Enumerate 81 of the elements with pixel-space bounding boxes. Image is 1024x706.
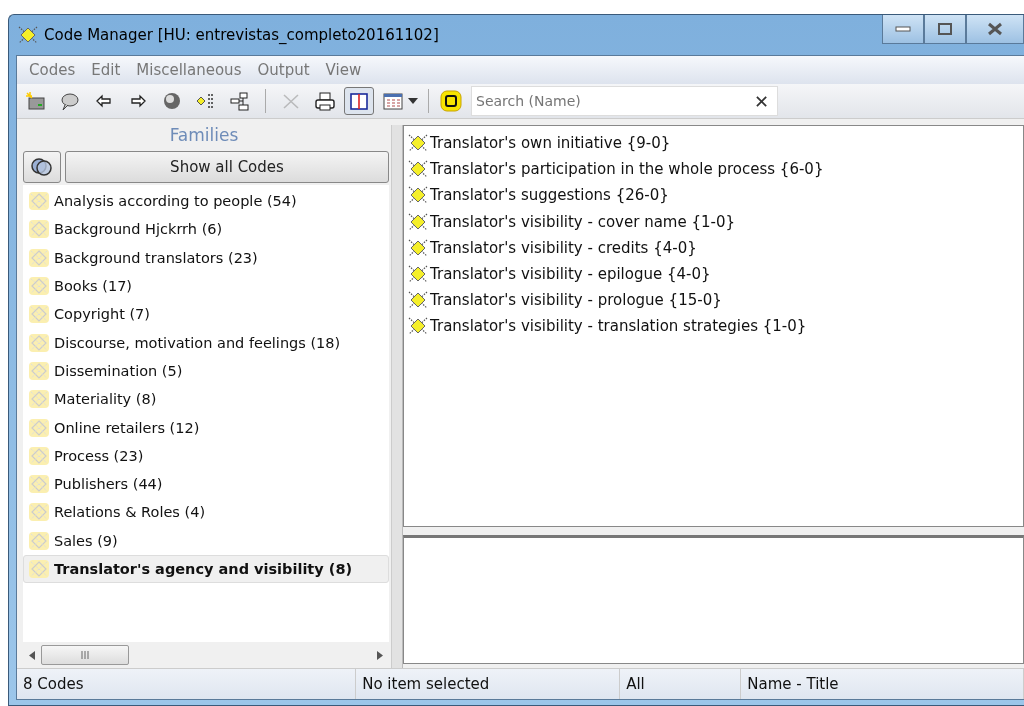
- clear-button[interactable]: ✕: [745, 90, 777, 112]
- circles-icon: [30, 156, 54, 178]
- family-icon: [28, 474, 50, 495]
- family-icon: [28, 445, 50, 466]
- status-text: Name - Title: [741, 669, 1024, 699]
- family-item[interactable]: Translator's agency and visibility (8): [23, 554, 389, 584]
- minimize-button[interactable]: [882, 15, 924, 44]
- family-icon: [28, 360, 50, 381]
- speech-bubble-icon: [59, 90, 81, 112]
- scroll-left-icon[interactable]: [29, 650, 35, 660]
- network-icon: [229, 90, 251, 112]
- family-icon: [28, 559, 50, 579]
- menu-item[interactable]: Codes: [21, 61, 84, 79]
- families-toggle-button[interactable]: [23, 151, 61, 183]
- family-item[interactable]: Sales (9): [23, 526, 389, 555]
- code-item[interactable]: Translator's own initiative {9-0}: [430, 134, 671, 153]
- status-text: No item selected: [356, 669, 621, 699]
- code-icon: [408, 238, 428, 257]
- scrollbar-thumb[interactable]: [41, 645, 129, 665]
- family-item[interactable]: Process (23): [23, 441, 389, 470]
- new-code-icon: [25, 90, 47, 112]
- family-item[interactable]: Background translators (23): [23, 243, 389, 272]
- maximize-icon: [938, 23, 952, 35]
- family-item[interactable]: Discourse, motivation and feelings (18): [23, 328, 389, 357]
- family-icon: [28, 304, 50, 325]
- code-item[interactable]: Translator's visibility - epilogue {4-0}: [430, 265, 711, 284]
- code-item[interactable]: Translator's visibility - cover name {1-0}: [430, 212, 736, 231]
- family-icon: [28, 219, 50, 240]
- code-item[interactable]: Translator's visibility - translation strategies {1-0}: [430, 317, 807, 336]
- table-icon: [382, 90, 404, 112]
- window-title: Code Manager [HU: entrevistas_completo20161102]: [44, 26, 440, 44]
- family-item[interactable]: Background Hjckrrh (6): [23, 215, 389, 244]
- show-all-codes-button[interactable]: Show all Codes: [65, 151, 389, 183]
- minimize-icon: [895, 26, 911, 32]
- code-icon: [408, 160, 428, 179]
- code-filter-icon[interactable]: [439, 89, 463, 113]
- close-icon: [987, 22, 1003, 36]
- code-item[interactable]: Translator's visibility - prologue {15-0}: [430, 291, 722, 310]
- grip-icon: [80, 651, 90, 659]
- family-icon: [28, 191, 50, 212]
- code-item[interactable]: Translator's suggestions {26-0}: [430, 186, 669, 205]
- family-item[interactable]: Materiality (8): [23, 385, 389, 414]
- caret-icon[interactable]: [408, 98, 418, 104]
- close-button[interactable]: [966, 15, 1024, 44]
- maximize-button[interactable]: [924, 15, 966, 44]
- family-item[interactable]: Relations & Roles (4): [23, 498, 389, 527]
- menu-item[interactable]: Edit: [83, 61, 129, 79]
- code-icon: [408, 212, 428, 231]
- split-view-button[interactable]: [344, 87, 374, 115]
- status-text: All: [620, 669, 742, 699]
- menu-item[interactable]: Output: [249, 61, 318, 79]
- family-item[interactable]: Analysis according to people (54): [23, 187, 389, 216]
- menu-item[interactable]: Miscellaneous: [128, 61, 250, 79]
- code-icon: [408, 291, 428, 310]
- family-icon: [28, 417, 50, 438]
- family-icon: [28, 276, 50, 297]
- family-item[interactable]: Dissemination (5): [23, 356, 389, 386]
- code-item[interactable]: Translator's participation in the whole process {6-0}: [430, 160, 824, 179]
- family-icon: [28, 389, 50, 410]
- code-item[interactable]: Translator's visibility - credits {4-0}: [430, 238, 697, 257]
- family-item[interactable]: Copyright (7): [23, 300, 389, 329]
- code-icon: [408, 317, 428, 336]
- family-item[interactable]: Online retailers (12): [23, 413, 389, 442]
- status-text: 8 Codes: [17, 669, 357, 699]
- families-heading: Families: [169, 125, 239, 147]
- family-item[interactable]: Books (17): [23, 271, 389, 301]
- code-icon: [408, 134, 428, 153]
- family-icon: [28, 332, 50, 353]
- family-item[interactable]: Publishers (44): [23, 469, 389, 499]
- print-icon: [314, 90, 336, 112]
- family-icon: [28, 530, 50, 551]
- family-icon: [28, 502, 50, 523]
- scroll-right-icon[interactable]: [377, 650, 383, 660]
- sphere-icon: [161, 90, 183, 112]
- menu-item[interactable]: View: [317, 61, 370, 79]
- family-icon: [28, 247, 50, 268]
- search-field[interactable]: Search (Name) ✕: [471, 86, 778, 116]
- split-view-icon: [348, 90, 370, 112]
- code-icon: [408, 265, 428, 284]
- code-icon: [18, 26, 38, 44]
- code-icon: [408, 186, 428, 205]
